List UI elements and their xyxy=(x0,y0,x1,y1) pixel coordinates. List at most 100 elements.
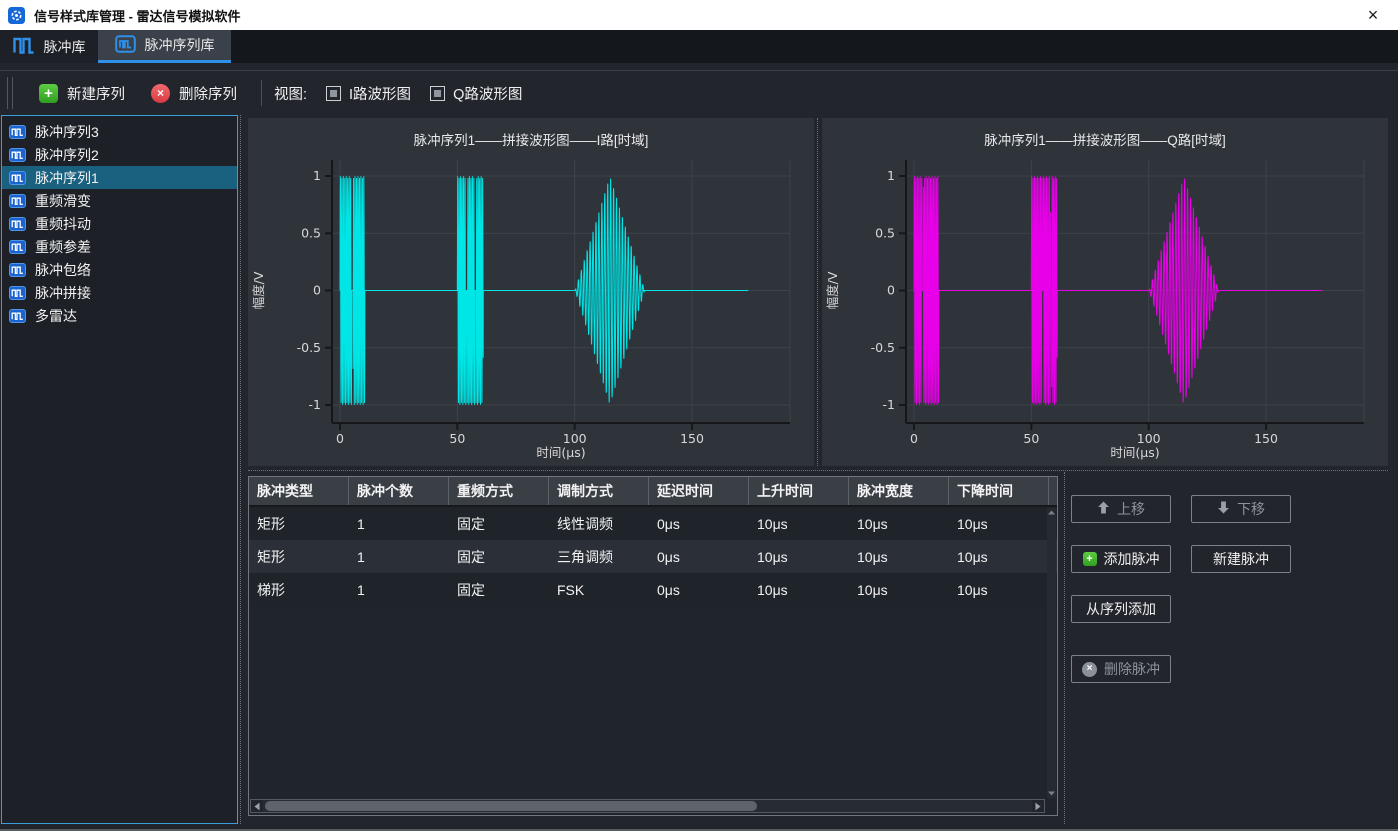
splitter-charts[interactable] xyxy=(817,118,818,466)
scrollbar-thumb[interactable] xyxy=(265,801,757,811)
sequence-list-item[interactable]: 脉冲序列3 xyxy=(2,120,237,143)
sequence-label: 重频参差 xyxy=(35,237,91,257)
i-waveform-checkbox[interactable]: I路波形图 xyxy=(326,83,411,104)
table-cell: 10μs xyxy=(949,573,1049,606)
scroll-left-icon[interactable] xyxy=(251,800,263,812)
column-header[interactable]: 下降时间 xyxy=(949,477,1049,505)
table-row[interactable]: 矩形1固定三角调频0μs10μs10μs10μs xyxy=(249,540,1057,573)
column-header[interactable]: 延迟时间 xyxy=(649,477,749,505)
up-arrow-icon xyxy=(1097,501,1110,517)
table-cell: 三角调频 xyxy=(549,540,649,573)
checkbox-label: I路波形图 xyxy=(349,83,411,104)
toolbar-drag-handle[interactable] xyxy=(7,77,13,109)
sequence-list-item[interactable]: 脉冲拼接 xyxy=(2,281,237,304)
svg-text:0.5: 0.5 xyxy=(301,225,321,240)
table-vertical-scrollbar[interactable] xyxy=(1047,508,1056,798)
table-cell: 矩形 xyxy=(249,540,349,573)
svg-text:-0.5: -0.5 xyxy=(297,340,321,355)
chart-panel-q: 脉冲序列1——拼接波形图——Q路[时域] 10.50-0.5-105010015… xyxy=(822,118,1388,466)
button-label: 上移 xyxy=(1117,499,1145,519)
new-sequence-button[interactable]: + 新建序列 xyxy=(39,83,125,104)
move-down-button[interactable]: 下移 xyxy=(1191,495,1291,523)
tab-pulse-sequence-library[interactable]: 脉冲序列库 xyxy=(98,30,231,63)
scroll-right-icon[interactable] xyxy=(1032,800,1044,812)
table-cell: 10μs xyxy=(949,507,1049,540)
scroll-up-icon[interactable] xyxy=(1048,510,1055,515)
column-header[interactable]: 脉冲个数 xyxy=(349,477,449,505)
tab-pulse-library[interactable]: 脉冲库 xyxy=(0,30,98,63)
svg-text:50: 50 xyxy=(449,431,465,446)
svg-text:-1: -1 xyxy=(883,397,895,412)
svg-text:1: 1 xyxy=(313,168,321,183)
table-cell: 线性调频 xyxy=(549,507,649,540)
table-cell: FSK xyxy=(549,573,649,606)
button-label: 新建脉冲 xyxy=(1213,549,1269,569)
pulse-icon xyxy=(9,309,26,323)
cross-icon: × xyxy=(151,84,170,103)
delete-sequence-button[interactable]: × 删除序列 xyxy=(151,83,237,104)
application-window: 信号样式库管理 - 雷达信号模拟软件 × 脉冲库 脉冲序列库 + 新建序列 × … xyxy=(0,0,1398,831)
sequence-list-item[interactable]: 脉冲序列1 xyxy=(2,166,237,189)
svg-text:0: 0 xyxy=(910,431,918,446)
table-horizontal-scrollbar[interactable] xyxy=(250,799,1045,813)
button-label: 添加脉冲 xyxy=(1104,549,1160,569)
table-cell: 10μs xyxy=(849,540,949,573)
button-label: 从序列添加 xyxy=(1086,599,1156,619)
add-pulse-button[interactable]: + 添加脉冲 xyxy=(1071,545,1171,573)
sequence-list-item[interactable]: 脉冲序列2 xyxy=(2,143,237,166)
table-header: 脉冲类型脉冲个数重频方式调制方式延迟时间上升时间脉冲宽度下降时间 xyxy=(249,477,1057,507)
pulse-actions-panel: 上移 下移 + 添加脉冲 新建脉冲 从序列添加 × 删除脉冲 xyxy=(1071,495,1393,735)
sequence-list-item[interactable]: 重频抖动 xyxy=(2,212,237,235)
sequence-label: 脉冲序列2 xyxy=(35,145,99,165)
sequence-label: 重频抖动 xyxy=(35,214,91,234)
table-body: 矩形1固定线性调频0μs10μs10μs10μs矩形1固定三角调频0μs10μs… xyxy=(249,507,1057,606)
q-waveform-chart: 10.50-0.5-1050100150幅度/V时间(μs) xyxy=(822,118,1388,466)
column-header[interactable]: 脉冲类型 xyxy=(249,477,349,505)
toolbar-divider xyxy=(261,80,262,106)
column-header[interactable]: 脉冲宽度 xyxy=(849,477,949,505)
move-up-button[interactable]: 上移 xyxy=(1071,495,1171,523)
add-from-sequence-button[interactable]: 从序列添加 xyxy=(1071,595,1171,623)
sequence-list-item[interactable]: 重频滑变 xyxy=(2,189,237,212)
tab-bar: 脉冲库 脉冲序列库 xyxy=(0,30,1398,63)
window-title: 信号样式库管理 - 雷达信号模拟软件 xyxy=(34,6,241,25)
table-cell: 1 xyxy=(349,540,449,573)
splitter-table-actions[interactable] xyxy=(1064,472,1065,824)
pulse-icon xyxy=(9,263,26,277)
column-header[interactable]: 上升时间 xyxy=(749,477,849,505)
pulse-icon xyxy=(9,217,26,231)
plus-icon: + xyxy=(39,84,58,103)
svg-text:-1: -1 xyxy=(309,397,321,412)
q-waveform-checkbox[interactable]: Q路波形图 xyxy=(430,83,522,104)
sequence-list: 脉冲序列3 脉冲序列2脉冲序列1重频滑变重频抖动重频参差脉冲包络脉冲拼接多雷达 xyxy=(2,120,237,327)
scrollbar-track[interactable] xyxy=(263,800,1032,812)
splitter-horizontal[interactable] xyxy=(248,470,1388,471)
svg-text:150: 150 xyxy=(680,431,704,446)
table-cell: 0μs xyxy=(649,507,749,540)
splitter-sidebar[interactable] xyxy=(240,115,241,824)
pulse-icon xyxy=(9,171,26,185)
table-cell: 10μs xyxy=(949,540,1049,573)
table-row[interactable]: 矩形1固定线性调频0μs10μs10μs10μs xyxy=(249,507,1057,540)
svg-text:0: 0 xyxy=(887,283,895,298)
sequence-label: 脉冲序列3 xyxy=(35,122,99,142)
table-row[interactable]: 梯形1固定FSK0μs10μs10μs10μs xyxy=(249,573,1057,606)
svg-text:幅度/V: 幅度/V xyxy=(251,271,266,309)
table-cell: 固定 xyxy=(449,507,549,540)
chart-title-q: 脉冲序列1——拼接波形图——Q路[时域] xyxy=(822,129,1388,149)
pulse-icon xyxy=(9,148,26,162)
scroll-down-icon[interactable] xyxy=(1048,791,1055,796)
table-cell: 固定 xyxy=(449,540,549,573)
new-pulse-button[interactable]: 新建脉冲 xyxy=(1191,545,1291,573)
chart-title-i: 脉冲序列1——拼接波形图——I路[时域] xyxy=(248,129,814,149)
column-header[interactable]: 调制方式 xyxy=(549,477,649,505)
svg-text:0: 0 xyxy=(313,283,321,298)
sequence-label: 重频滑变 xyxy=(35,191,91,211)
sequence-list-item[interactable]: 重频参差 xyxy=(2,235,237,258)
sequence-label: 脉冲拼接 xyxy=(35,283,91,303)
column-header[interactable]: 重频方式 xyxy=(449,477,549,505)
delete-pulse-button[interactable]: × 删除脉冲 xyxy=(1071,655,1171,683)
close-icon[interactable]: × xyxy=(1358,0,1388,30)
sequence-list-item[interactable]: 多雷达 xyxy=(2,304,237,327)
sequence-list-item[interactable]: 脉冲包络 xyxy=(2,258,237,281)
